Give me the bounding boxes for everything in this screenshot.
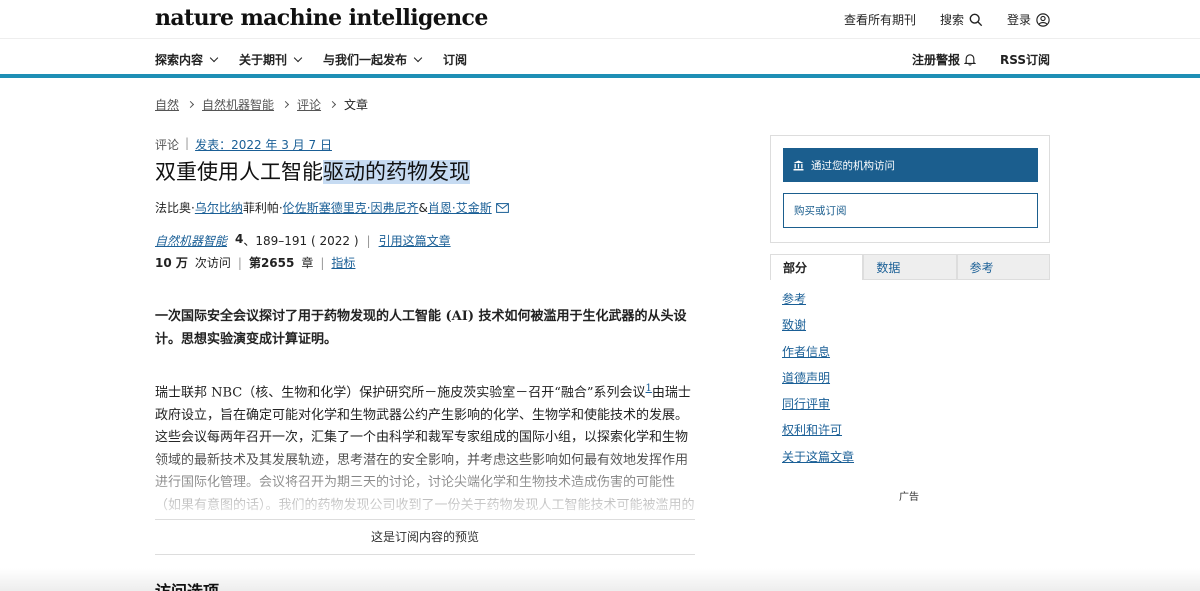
- article-stats: 10 万 次访问 | 第2655 章 | 指标: [155, 254, 355, 271]
- published-date[interactable]: 发表：2022 年 3 月 7 日: [195, 136, 332, 153]
- breadcrumb-journal[interactable]: 自然机器智能: [202, 96, 274, 113]
- stats-separator: |: [237, 255, 242, 270]
- section-link-peer-review[interactable]: 同行评审: [782, 396, 854, 422]
- user-icon: [1036, 12, 1050, 27]
- citation-separator: |: [366, 233, 371, 248]
- section-link-author-info[interactable]: 作者信息: [782, 344, 854, 370]
- title-plain: 双重使用人工智能: [155, 160, 323, 184]
- tab-figures[interactable]: 数据: [863, 254, 957, 280]
- all-journals-label: 查看所有期刊: [843, 13, 916, 27]
- volume-pages: 4 、189–191 ( 2022 ): [235, 232, 359, 249]
- chevron-down-icon: [293, 53, 303, 62]
- nav-explore-content[interactable]: 探索内容: [155, 51, 219, 68]
- nav-subscribe-label: 订阅: [443, 53, 468, 67]
- breadcrumb-current: 文章: [344, 98, 369, 112]
- chevron-down-icon: [413, 53, 423, 62]
- nav-about-journal[interactable]: 关于期刊: [239, 51, 303, 68]
- citation-count: 第2655: [248, 256, 295, 270]
- author-list: 法比奥· 乌尔比纳 菲利帕· 伦佐斯 塞德里克·因弗尼齐 & 肖恩·艾金斯: [155, 199, 509, 216]
- author-1-given: 法比奥·: [155, 201, 195, 215]
- author-3-link[interactable]: 塞德里克·因弗尼齐: [319, 199, 419, 216]
- all-journals-link[interactable]: 查看所有期刊: [844, 11, 916, 28]
- citation-line: 自然机器智能 4 、189–191 ( 2022 ) | 引用这篇文章: [155, 232, 451, 249]
- envelope-icon[interactable]: [495, 202, 509, 213]
- meta-separator: |: [185, 136, 190, 150]
- site-header: nature machine intelligence 查看所有期刊 搜索 登录: [0, 0, 1200, 38]
- author-4-link[interactable]: 肖恩·艾金斯: [428, 199, 492, 216]
- page-range: 、189–191 ( 2022 ): [243, 234, 359, 248]
- author-2-link[interactable]: 伦佐斯: [283, 199, 319, 216]
- login-button[interactable]: 登录: [1007, 11, 1050, 28]
- search-icon: [969, 13, 983, 26]
- breadcrumb: 自然 自然机器智能 评论 文章: [155, 96, 368, 113]
- section-list: 参考 致谢 作者信息 道德声明 同行评审 权利和许可 关于这篇文章: [782, 291, 854, 475]
- alerts-label: 注册警报: [911, 53, 960, 67]
- article-meta: 评论 | 发表：2022 年 3 月 7 日: [155, 136, 332, 153]
- title-highlighted: 驱动的药物发现: [323, 160, 470, 184]
- institution-access-label: 通过您的机构访问: [811, 159, 895, 172]
- main-nav: 探索内容 关于期刊 与我们一起发布 订阅 注册警报 RSS订阅: [0, 38, 1200, 78]
- access-options-heading: 访问选项: [155, 578, 219, 591]
- section-link-about-article[interactable]: 关于这篇文章: [782, 449, 854, 475]
- chevron-down-icon: [209, 53, 219, 62]
- bell-icon: [964, 54, 976, 66]
- advertisement-label: 广告: [899, 492, 919, 503]
- login-label: 登录: [1006, 13, 1031, 27]
- institution-access-button[interactable]: 通过您的机构访问: [783, 148, 1038, 182]
- sign-up-alerts-link[interactable]: 注册警报: [912, 51, 976, 68]
- chevron-right-icon: [186, 100, 195, 109]
- section-link-references[interactable]: 参考: [782, 291, 854, 317]
- sidebar-tabs: 部分 数据 参考: [770, 254, 1050, 280]
- tab-references[interactable]: 参考: [956, 254, 1050, 280]
- author-1-link[interactable]: 乌尔比纳: [195, 199, 243, 216]
- nav-about-label: 关于期刊: [239, 53, 288, 67]
- breadcrumb-comment[interactable]: 评论: [297, 96, 321, 113]
- subscription-preview-notice: 这是订阅内容的预览: [155, 519, 695, 555]
- nav-explore-label: 探索内容: [155, 53, 204, 67]
- accesses-label: 次访问: [194, 256, 231, 270]
- journal-name-link[interactable]: 自然机器智能: [155, 232, 227, 249]
- article-abstract: 一次国际安全会议探讨了用于药物发现的人工智能 (AI) 技术如何被滥用于生化武器…: [155, 309, 687, 347]
- nav-publish-with-us[interactable]: 与我们一起发布: [323, 51, 423, 68]
- nav-publish-label: 与我们一起发布: [323, 53, 408, 67]
- author-2-given: 菲利帕·: [242, 201, 283, 215]
- header-links: 查看所有期刊 搜索 登录: [844, 11, 1050, 28]
- body-text-part2: 由瑞士政府设立，旨在确定可能对化学和生物武器公约产生影响的化学、生物学和使能技术…: [155, 385, 695, 513]
- institution-icon: [793, 160, 804, 170]
- section-link-acknowledgements[interactable]: 致谢: [782, 317, 854, 343]
- nav-menu: 探索内容 关于期刊 与我们一起发布 订阅: [155, 51, 467, 68]
- rss-feed-link[interactable]: RSS订阅: [1000, 51, 1050, 68]
- volume-number: 4: [235, 232, 244, 246]
- access-box: 通过您的机构访问 购买或订阅: [770, 135, 1050, 243]
- section-link-ethics[interactable]: 道德声明: [782, 370, 854, 396]
- accesses-count: 10 万: [155, 256, 188, 270]
- nav-subscribe[interactable]: 订阅: [443, 51, 467, 68]
- metrics-link[interactable]: 指标: [331, 254, 355, 271]
- article-type: 评论: [155, 138, 180, 152]
- tab-sections[interactable]: 部分: [770, 254, 864, 280]
- body-text-part1: 瑞士联邦 NBC（核、生物和化学）保护研究所－施皮茨实验室－召开“融合”系列会议: [155, 385, 646, 401]
- chevron-right-icon: [329, 100, 337, 109]
- nav-right: 注册警报 RSS订阅: [912, 51, 1050, 68]
- article-body-preview: 瑞士联邦 NBC（核、生物和化学）保护研究所－施皮茨实验室－召开“融合”系列会议…: [155, 378, 695, 516]
- journal-logo[interactable]: nature machine intelligence: [155, 5, 488, 31]
- cite-article-link[interactable]: 引用这篇文章: [379, 232, 451, 249]
- breadcrumb-nature[interactable]: 自然: [155, 96, 179, 113]
- citation-label: 章: [301, 256, 314, 270]
- stats-separator: |: [320, 255, 325, 270]
- search-label: 搜索: [939, 13, 964, 27]
- author-ampersand: &: [418, 200, 428, 215]
- search-button[interactable]: 搜索: [940, 11, 983, 28]
- buy-or-subscribe-button[interactable]: 购买或订阅: [783, 193, 1038, 228]
- article-title: 双重使用人工智能驱动的药物发现: [155, 156, 470, 186]
- chevron-right-icon: [281, 100, 290, 109]
- section-link-rights[interactable]: 权利和许可: [782, 422, 854, 448]
